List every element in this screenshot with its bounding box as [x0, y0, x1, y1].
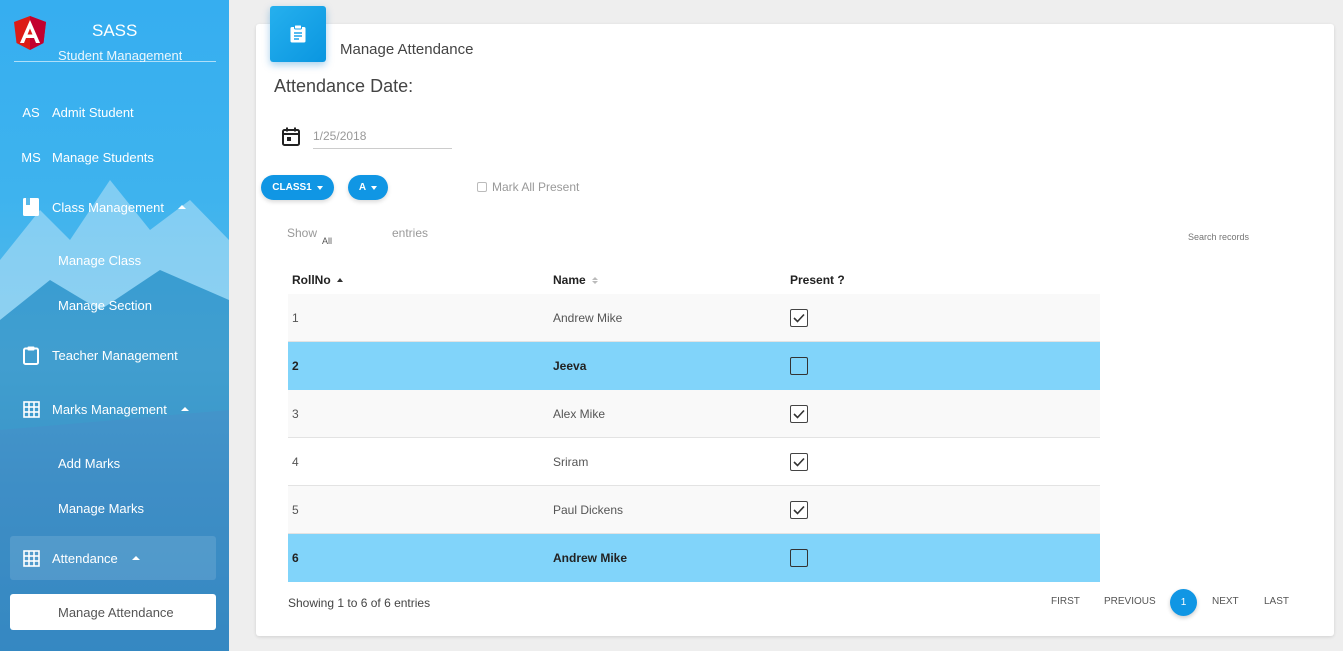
present-checkbox[interactable]: [790, 405, 808, 423]
caret-down-icon: [371, 185, 378, 190]
header-label: RollNo: [292, 273, 331, 287]
sidebar-item-manage-marks[interactable]: Manage Marks: [10, 486, 216, 530]
table-row[interactable]: 4 Sriram: [288, 438, 1100, 486]
entries-label: entries: [392, 226, 429, 240]
chevron-up-icon: [178, 205, 186, 209]
cell-name: Paul Dickens: [553, 503, 624, 517]
check-icon: [793, 409, 805, 419]
present-checkbox[interactable]: [790, 453, 808, 471]
sidebar-item-label: Manage Attendance: [58, 604, 174, 620]
section-select[interactable]: A: [348, 175, 388, 200]
mark-all-label: Mark All Present: [492, 180, 580, 194]
cell-name: Sriram: [553, 455, 589, 469]
sidebar-item-label: Class Management: [52, 199, 164, 215]
show-label: Show: [287, 226, 318, 240]
attendance-date-label: Attendance Date:: [274, 76, 414, 96]
brand-name: SASS: [92, 21, 138, 40]
entries-select[interactable]: All: [322, 236, 332, 246]
table-row[interactable]: 1 Andrew Mike: [288, 294, 1100, 342]
grid-icon: [10, 549, 52, 567]
pager-page-1[interactable]: 1: [1170, 589, 1197, 616]
sidebar-item-label: Manage Class: [58, 252, 142, 268]
chevron-up-icon: [180, 407, 189, 411]
table-row[interactable]: 2 Jeeva: [288, 342, 1100, 390]
present-checkbox[interactable]: [790, 549, 808, 567]
class-select-value: CLASS1: [272, 182, 312, 193]
table-row[interactable]: 5 Paul Dickens: [288, 486, 1100, 534]
cell-rollno: 2: [292, 359, 299, 373]
sidebar-item-manage-students[interactable]: MS Manage Students: [10, 135, 216, 179]
chevron-up-icon: [131, 556, 140, 560]
check-icon: [793, 313, 805, 323]
check-icon: [793, 457, 805, 467]
sidebar-item-abbr: AS: [22, 104, 40, 120]
sidebar-item-label: Marks Management: [52, 401, 167, 417]
clipboard-icon: [270, 6, 326, 62]
header-name[interactable]: Name: [553, 273, 598, 287]
sidebar-item-manage-section[interactable]: Manage Section: [10, 283, 216, 327]
mark-all-present[interactable]: Mark All Present: [477, 180, 579, 194]
book-icon: [10, 198, 52, 216]
showing-info: Showing 1 to 6 of 6 entries: [288, 596, 431, 610]
pager-next[interactable]: NEXT: [1212, 596, 1239, 607]
clipboard-icon: [10, 346, 52, 365]
sidebar-item-abbr: MS: [21, 149, 41, 165]
sidebar-item-label: Manage Students: [52, 149, 154, 165]
present-checkbox[interactable]: [790, 357, 808, 375]
header-label: Present ?: [790, 273, 845, 287]
pager-previous[interactable]: PREVIOUS: [1104, 596, 1156, 607]
attendance-date-input[interactable]: [313, 124, 452, 149]
cell-rollno: 6: [292, 551, 299, 565]
cell-name: Andrew Mike: [553, 311, 623, 325]
table-row[interactable]: 6 Andrew Mike: [288, 534, 1100, 582]
cell-rollno: 4: [292, 455, 299, 469]
page-title: Manage Attendance: [340, 41, 474, 58]
sidebar-item-label: Manage Marks: [58, 500, 144, 516]
sidebar-item-label: Admit Student: [52, 104, 134, 120]
header-rollno[interactable]: RollNo: [292, 273, 343, 287]
sidebar-item-teacher-management[interactable]: Teacher Management: [10, 333, 216, 377]
cell-name: Andrew Mike: [553, 551, 628, 565]
sidebar-item-label: Manage Section: [58, 297, 152, 313]
sidebar-item-label: Teacher Management: [52, 347, 178, 363]
pager-first[interactable]: FIRST: [1051, 596, 1080, 607]
cell-rollno: 5: [292, 503, 299, 517]
present-checkbox[interactable]: [790, 501, 808, 519]
sort-icon: [591, 276, 598, 284]
sidebar: SASS Student Management AS Admit Student…: [0, 0, 229, 651]
caret-down-icon: [316, 185, 323, 190]
table-row[interactable]: 3 Alex Mike: [288, 390, 1100, 438]
sidebar-item-label: Add Marks: [58, 455, 121, 471]
sidebar-item-add-marks[interactable]: Add Marks: [10, 441, 216, 485]
class-select[interactable]: CLASS1: [261, 175, 334, 200]
date-picker: [282, 124, 452, 149]
search-input[interactable]: [1188, 232, 1288, 242]
check-icon: [793, 505, 805, 515]
cell-name: Jeeva: [553, 359, 587, 373]
header-present: Present ?: [790, 273, 845, 287]
cell-name: Alex Mike: [553, 407, 606, 421]
sidebar-item-student-management[interactable]: Student Management: [22, 48, 182, 62]
sidebar-item-manage-class[interactable]: Manage Class: [10, 238, 216, 282]
header-label: Name: [553, 273, 586, 287]
sidebar-item-class-management[interactable]: Class Management: [10, 185, 216, 229]
pager-last[interactable]: LAST: [1264, 596, 1289, 607]
sidebar-item-admit-student[interactable]: AS Admit Student: [10, 90, 216, 134]
sidebar-item-label: Student Management: [58, 48, 183, 62]
angular-logo-icon: [14, 16, 46, 50]
table-header: RollNo Name Present ?: [288, 264, 1100, 294]
present-checkbox[interactable]: [790, 309, 808, 327]
sidebar-item-label: Attendance: [52, 550, 118, 566]
mark-all-checkbox[interactable]: [477, 182, 487, 192]
sidebar-item-manage-attendance[interactable]: Manage Attendance: [10, 594, 216, 630]
sidebar-item-attendance[interactable]: Attendance: [10, 536, 216, 580]
grid-icon: [10, 400, 52, 418]
cell-rollno: 1: [292, 311, 299, 325]
sidebar-item-marks-management[interactable]: Marks Management: [10, 387, 216, 431]
section-select-value: A: [358, 182, 367, 193]
sort-asc-icon: [336, 278, 343, 282]
cell-rollno: 3: [292, 407, 299, 421]
calendar-icon[interactable]: [282, 127, 300, 146]
